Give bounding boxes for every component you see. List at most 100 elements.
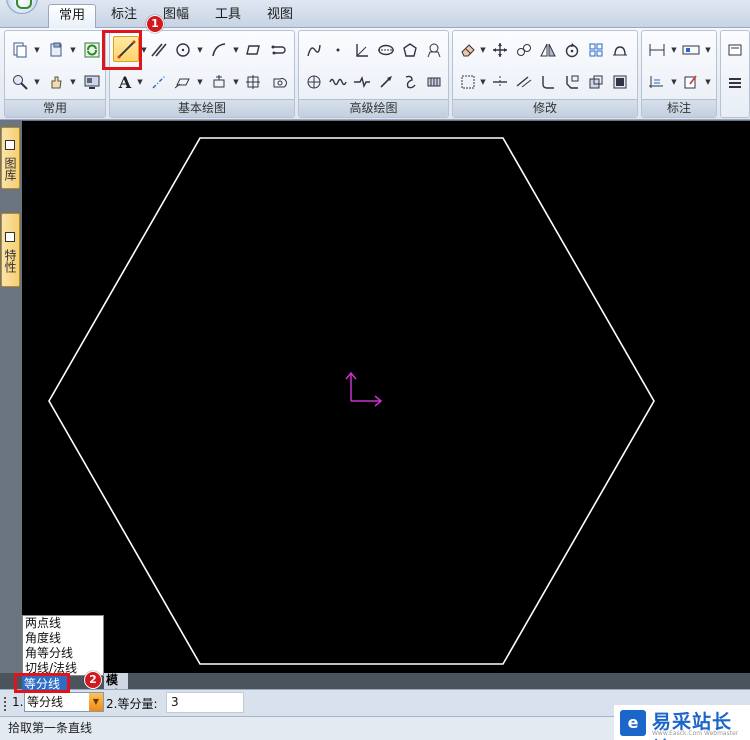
explode-icon[interactable] bbox=[609, 71, 631, 93]
bolt-icon[interactable] bbox=[399, 71, 421, 93]
wave-line-icon[interactable] bbox=[327, 71, 349, 93]
chevron-down-icon[interactable]: ▼ bbox=[670, 39, 678, 61]
line-type-dropdown: 两点线 角度线 角等分线 切线/法线 bbox=[22, 615, 104, 676]
fillet-icon[interactable] bbox=[537, 71, 559, 93]
arrow-icon[interactable] bbox=[375, 71, 397, 93]
dropdown-option-angle-bisector[interactable]: 角等分线 bbox=[23, 646, 103, 661]
point-icon[interactable] bbox=[327, 39, 349, 61]
side-tab-library[interactable]: 图库 bbox=[1, 127, 20, 189]
tab-common[interactable]: 常用 bbox=[48, 4, 96, 28]
arc-icon[interactable] bbox=[208, 39, 230, 61]
tab-annotate[interactable]: 标注 bbox=[100, 4, 148, 28]
tolerance-icon[interactable] bbox=[680, 39, 702, 61]
shape-icon[interactable] bbox=[268, 71, 290, 93]
parallel-line-icon[interactable] bbox=[148, 39, 170, 61]
drawing-canvas[interactable] bbox=[22, 121, 750, 673]
library-icon bbox=[5, 139, 15, 150]
circle-icon[interactable] bbox=[172, 39, 194, 61]
coordinate-dimension-icon[interactable] bbox=[646, 71, 668, 93]
dimension-edit-icon[interactable] bbox=[680, 71, 702, 93]
block-icon[interactable] bbox=[208, 71, 230, 93]
ribbon: ▼ ▼ ▼ ▼ 常用 ▼ ▼ ▼ A ▼ ▼ ▼ 基本绘图 高级绘图 ▼ ▼ 修… bbox=[0, 15, 750, 120]
annotation-badge-1: 1 bbox=[146, 15, 164, 33]
chevron-down-icon[interactable]: ▼ bbox=[232, 71, 240, 93]
text-icon[interactable]: A bbox=[114, 71, 136, 93]
highlight-equal-division bbox=[14, 673, 70, 693]
angle-line-icon[interactable] bbox=[351, 39, 373, 61]
copy-icon[interactable] bbox=[513, 39, 535, 61]
chevron-down-icon[interactable]: ▼ bbox=[704, 39, 712, 61]
chevron-down-icon[interactable]: ▼ bbox=[704, 71, 712, 93]
chevron-down-icon[interactable]: ▼ bbox=[479, 71, 487, 93]
side-tab-properties[interactable]: 特性 bbox=[1, 213, 20, 287]
tab-view[interactable]: 视图 bbox=[256, 4, 304, 28]
chamfer-icon[interactable] bbox=[561, 71, 583, 93]
move-icon[interactable] bbox=[489, 39, 511, 61]
group-label-common: 常用 bbox=[5, 99, 105, 117]
mirror-icon[interactable] bbox=[537, 39, 559, 61]
chevron-down-icon[interactable]: ▼ bbox=[33, 39, 41, 61]
layers-icon[interactable] bbox=[45, 39, 67, 61]
text-style-icon[interactable] bbox=[724, 39, 746, 61]
watermark-logo-icon: e bbox=[620, 710, 646, 736]
dropdown-option-angle[interactable]: 角度线 bbox=[23, 631, 103, 646]
chevron-down-icon[interactable]: ▼ bbox=[69, 71, 77, 93]
hatch-icon[interactable] bbox=[172, 71, 194, 93]
new-file-icon[interactable] bbox=[9, 39, 31, 61]
zoom-icon[interactable] bbox=[9, 71, 31, 93]
highlight-line-tool bbox=[102, 30, 142, 70]
watermark-subtext: Www.Easck.Com Webmaster bbox=[652, 730, 739, 737]
refresh-icon[interactable] bbox=[81, 39, 103, 61]
group-dimension: ▼ ▼ ▼ ▼ 标注 bbox=[641, 30, 717, 118]
side-panel: 图库 特性 bbox=[0, 121, 22, 673]
array-icon[interactable] bbox=[585, 39, 607, 61]
break-line-icon[interactable] bbox=[351, 71, 373, 93]
chevron-down-icon[interactable]: ▼ bbox=[479, 39, 487, 61]
spline-icon[interactable] bbox=[303, 39, 325, 61]
chevron-down-icon[interactable]: ▼ bbox=[670, 71, 678, 93]
trim-icon[interactable] bbox=[489, 71, 511, 93]
group-overflow bbox=[720, 30, 750, 118]
polygon-icon[interactable] bbox=[399, 39, 421, 61]
chevron-down-icon[interactable]: ▼ bbox=[196, 39, 204, 61]
side-tab-properties-label: 特性 bbox=[3, 248, 17, 273]
polyline-icon[interactable] bbox=[268, 39, 290, 61]
extend-icon[interactable] bbox=[513, 71, 535, 93]
linear-dimension-icon[interactable] bbox=[646, 39, 668, 61]
tab-tools[interactable]: 工具 bbox=[204, 4, 252, 28]
pan-icon[interactable] bbox=[45, 71, 67, 93]
menu-icon[interactable] bbox=[724, 71, 746, 93]
drawing-svg bbox=[48, 137, 655, 665]
chevron-down-icon[interactable]: ▼ bbox=[33, 71, 41, 93]
app-logo-icon[interactable] bbox=[6, 0, 38, 14]
chevron-down-icon[interactable]: ▼ bbox=[232, 39, 240, 61]
scale-icon[interactable] bbox=[609, 39, 631, 61]
chevron-down-icon[interactable]: ▼ bbox=[69, 39, 77, 61]
hole-icon[interactable] bbox=[303, 71, 325, 93]
chevron-down-icon[interactable]: ▼ bbox=[136, 71, 144, 93]
grip-handle[interactable] bbox=[4, 697, 7, 711]
display-icon[interactable] bbox=[81, 71, 103, 93]
eraser-icon[interactable] bbox=[457, 39, 479, 61]
select-region-icon[interactable] bbox=[457, 71, 479, 93]
region-icon[interactable] bbox=[242, 71, 264, 93]
ellipse-icon[interactable] bbox=[375, 39, 397, 61]
group-label-modify: 修改 bbox=[453, 99, 637, 117]
rotate-icon[interactable] bbox=[561, 39, 583, 61]
group-label-dimension: 标注 bbox=[642, 99, 716, 117]
gear-icon[interactable] bbox=[423, 71, 445, 93]
chevron-down-icon[interactable]: ▼ bbox=[89, 693, 103, 711]
watermark: e 易采站长站 Www.Easck.Com Webmaster bbox=[614, 705, 750, 740]
division-count-input[interactable]: 3 bbox=[166, 692, 244, 713]
symbol-icon[interactable] bbox=[423, 39, 445, 61]
dropdown-option-two-point[interactable]: 两点线 bbox=[23, 616, 103, 631]
group-common: ▼ ▼ ▼ ▼ 常用 bbox=[4, 30, 106, 118]
model-tab[interactable]: 模型 bbox=[104, 673, 128, 702]
centerline-icon[interactable] bbox=[148, 71, 170, 93]
chevron-down-icon[interactable]: ▼ bbox=[196, 71, 204, 93]
param1-label: 1. bbox=[12, 695, 24, 709]
param2-label: 2.等分量: bbox=[106, 697, 158, 711]
group-label-basic-draw: 基本绘图 bbox=[110, 99, 294, 117]
rectangle-icon[interactable] bbox=[242, 39, 264, 61]
offset-icon[interactable] bbox=[585, 71, 607, 93]
